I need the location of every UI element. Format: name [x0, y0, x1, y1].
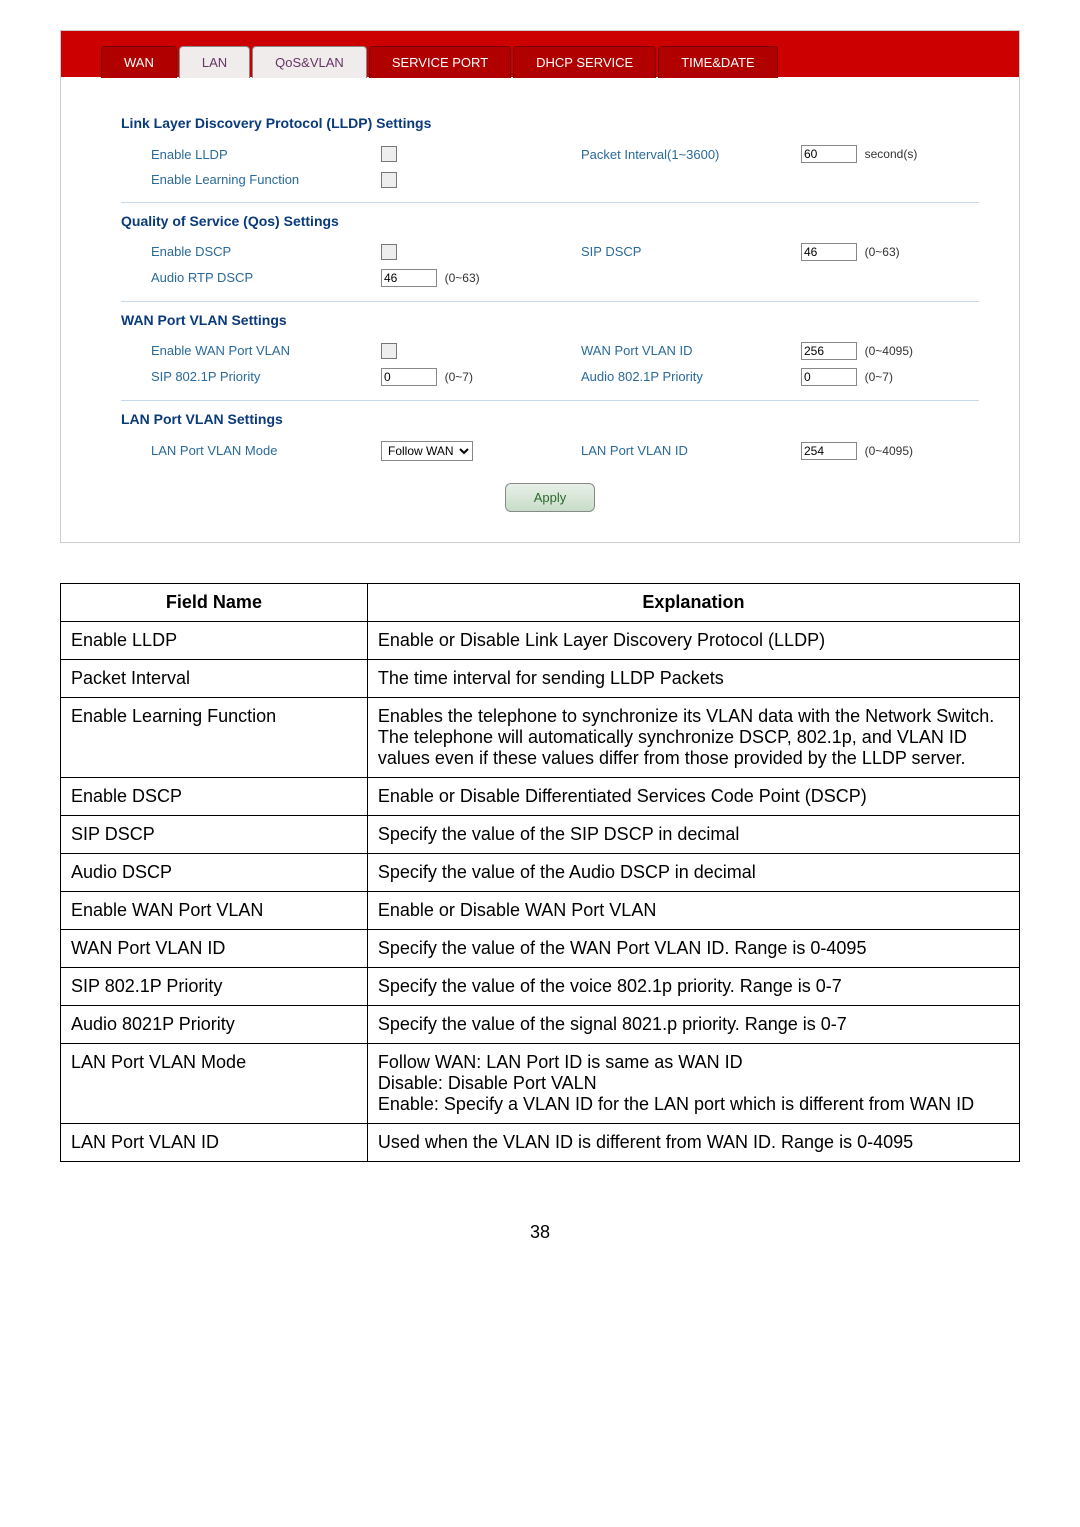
wan-vlan-id-input[interactable]: [801, 342, 857, 360]
table-cell-explanation: Specify the value of the voice 802.1p pr…: [367, 967, 1019, 1005]
lan-vlan-id-label: LAN Port VLAN ID: [581, 443, 801, 458]
sip-8021p-hint: (0~7): [445, 370, 473, 384]
enable-lldp-label: Enable LLDP: [121, 147, 381, 162]
table-cell-field: Enable DSCP: [61, 777, 368, 815]
audio-8021p-label: Audio 802.1P Priority: [581, 369, 801, 384]
table-cell-field: Audio DSCP: [61, 853, 368, 891]
audio-rtp-dscp-input[interactable]: [381, 269, 437, 287]
table-cell-field: Audio 8021P Priority: [61, 1005, 368, 1043]
apply-button[interactable]: Apply: [505, 483, 596, 512]
table-cell-field: SIP 802.1P Priority: [61, 967, 368, 1005]
tab-bar: WAN LAN QoS&VLAN SERVICE PORT DHCP SERVI…: [61, 31, 1019, 77]
table-cell-explanation: Specify the value of the signal 8021.p p…: [367, 1005, 1019, 1043]
table-cell-explanation: Used when the VLAN ID is different from …: [367, 1123, 1019, 1161]
col-explanation: Explanation: [367, 583, 1019, 621]
table-cell-field: WAN Port VLAN ID: [61, 929, 368, 967]
sip-8021p-label: SIP 802.1P Priority: [121, 369, 381, 384]
qos-section-head: Quality of Service (Qos) Settings: [121, 213, 979, 229]
packet-interval-label: Packet Interval(1~3600): [581, 147, 801, 162]
audio-8021p-input[interactable]: [801, 368, 857, 386]
sip-dscp-hint: (0~63): [865, 245, 900, 259]
divider: [121, 400, 979, 401]
audio-rtp-dscp-hint: (0~63): [445, 271, 480, 285]
tab-wan[interactable]: WAN: [101, 46, 177, 78]
wan-vlan-id-hint: (0~4095): [865, 344, 913, 358]
table-cell-explanation: Specify the value of the SIP DSCP in dec…: [367, 815, 1019, 853]
col-field-name: Field Name: [61, 583, 368, 621]
enable-learning-label: Enable Learning Function: [121, 172, 381, 187]
sip-dscp-label: SIP DSCP: [581, 244, 801, 259]
divider: [121, 301, 979, 302]
tab-dhcp-service[interactable]: DHCP SERVICE: [513, 46, 656, 78]
table-cell-field: Enable Learning Function: [61, 697, 368, 777]
wan-vlan-id-label: WAN Port VLAN ID: [581, 343, 801, 358]
table-cell-field: Enable LLDP: [61, 621, 368, 659]
table-cell-explanation: Specify the value of the WAN Port VLAN I…: [367, 929, 1019, 967]
table-cell-field: LAN Port VLAN Mode: [61, 1043, 368, 1123]
enable-learning-checkbox[interactable]: [381, 172, 397, 188]
enable-wan-vlan-checkbox[interactable]: [381, 343, 397, 359]
table-cell-field: LAN Port VLAN ID: [61, 1123, 368, 1161]
table-cell-explanation: Follow WAN: LAN Port ID is same as WAN I…: [367, 1043, 1019, 1123]
lan-vlan-mode-select[interactable]: Follow WAN: [381, 441, 473, 461]
table-cell-explanation: Enable or Disable WAN Port VLAN: [367, 891, 1019, 929]
divider: [121, 202, 979, 203]
enable-dscp-label: Enable DSCP: [121, 244, 381, 259]
table-cell-explanation: The time interval for sending LLDP Packe…: [367, 659, 1019, 697]
enable-wan-vlan-label: Enable WAN Port VLAN: [121, 343, 381, 358]
packet-interval-input[interactable]: [801, 145, 857, 163]
enable-lldp-checkbox[interactable]: [381, 146, 397, 162]
table-cell-field: Enable WAN Port VLAN: [61, 891, 368, 929]
packet-interval-unit: second(s): [865, 147, 918, 161]
wan-vlan-section-head: WAN Port VLAN Settings: [121, 312, 979, 328]
tab-time-date[interactable]: TIME&DATE: [658, 46, 777, 78]
audio-8021p-hint: (0~7): [865, 370, 893, 384]
page-number: 38: [60, 1222, 1020, 1243]
settings-screenshot: WAN LAN QoS&VLAN SERVICE PORT DHCP SERVI…: [60, 30, 1020, 543]
lan-vlan-id-hint: (0~4095): [865, 444, 913, 458]
tab-service-port[interactable]: SERVICE PORT: [369, 46, 511, 78]
table-cell-field: Packet Interval: [61, 659, 368, 697]
tab-lan[interactable]: LAN: [179, 46, 250, 78]
table-cell-explanation: Enable or Disable Link Layer Discovery P…: [367, 621, 1019, 659]
table-cell-field: SIP DSCP: [61, 815, 368, 853]
lan-vlan-section-head: LAN Port VLAN Settings: [121, 411, 979, 427]
sip-8021p-input[interactable]: [381, 368, 437, 386]
enable-dscp-checkbox[interactable]: [381, 244, 397, 260]
table-cell-explanation: Enables the telephone to synchronize its…: [367, 697, 1019, 777]
lan-vlan-mode-label: LAN Port VLAN Mode: [121, 443, 381, 458]
lldp-section-head: Link Layer Discovery Protocol (LLDP) Set…: [121, 115, 979, 131]
lan-vlan-id-input[interactable]: [801, 442, 857, 460]
audio-rtp-dscp-label: Audio RTP DSCP: [121, 270, 381, 285]
sip-dscp-input[interactable]: [801, 243, 857, 261]
table-cell-explanation: Enable or Disable Differentiated Service…: [367, 777, 1019, 815]
explanation-table: Field Name Explanation Enable LLDPEnable…: [60, 583, 1020, 1162]
table-cell-explanation: Specify the value of the Audio DSCP in d…: [367, 853, 1019, 891]
tab-qos[interactable]: QoS&VLAN: [252, 46, 367, 78]
